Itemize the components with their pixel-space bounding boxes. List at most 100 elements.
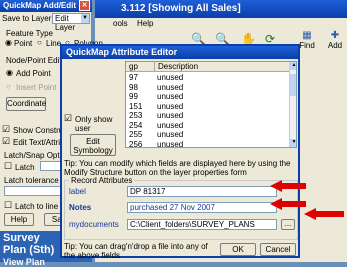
arrow-to-label-icon xyxy=(270,180,306,192)
label-input[interactable]: DP 81317 xyxy=(127,186,277,197)
scroll-up-icon[interactable]: ▲ xyxy=(290,62,296,70)
find-label: Find xyxy=(299,41,315,50)
table-row[interactable]: 99 unused xyxy=(126,92,290,102)
survey-title-line-2: Plan (Sth) xyxy=(3,244,55,256)
latch-label: Latch xyxy=(15,163,35,172)
coordinate-button[interactable]: Coordinate xyxy=(6,97,46,111)
cancel-button[interactable]: Cancel xyxy=(260,243,296,256)
table-row[interactable]: 98 unused xyxy=(126,83,290,93)
browse-label: ... xyxy=(284,219,292,228)
scroll-down-icon[interactable]: ▼ xyxy=(290,139,296,147)
add-label: Add xyxy=(327,41,343,50)
save-to-layer-select[interactable]: Edit Layer ▼ xyxy=(52,13,90,32)
browse-button[interactable]: ... xyxy=(281,219,295,230)
record-attributes-label: Record Attributes xyxy=(69,176,135,185)
record-attributes-group: Record Attributes label DP 81317 Notes p… xyxy=(64,176,298,240)
main-menu-bar: ools Help xyxy=(95,18,347,30)
table-row[interactable]: 256 unused xyxy=(126,139,290,148)
ok-label: OK xyxy=(232,245,244,254)
insert-point-radio[interactable]: ○ xyxy=(6,82,11,91)
main-window-title-bar: 3.112 [Showing All Sales] xyxy=(95,0,347,18)
annotation-arrows xyxy=(270,180,344,220)
row-description: unused xyxy=(157,139,184,148)
row-gp: 256 xyxy=(129,139,143,148)
cancel-label: Cancel xyxy=(265,245,291,254)
only-show-user-symbology-checkbox[interactable]: ☑ xyxy=(64,113,72,124)
view-plan-link[interactable]: View Plan xyxy=(3,257,45,267)
scroll-thumb[interactable] xyxy=(290,74,296,96)
arrow-to-notes-icon xyxy=(270,198,306,210)
attribute-editor-title-bar: QuickMap Attribute Editor xyxy=(62,46,298,59)
table-row[interactable]: 151 unused xyxy=(126,102,290,112)
row-description: unused xyxy=(157,130,184,139)
field-mydocuments-name: mydocuments xyxy=(69,220,119,229)
field-label-name: label xyxy=(69,187,86,196)
close-icon[interactable]: ✕ xyxy=(79,0,90,11)
table-row[interactable]: 97 unused xyxy=(126,73,290,83)
help-button[interactable]: Help xyxy=(4,213,34,226)
table-row[interactable]: 253 unused xyxy=(126,111,290,121)
show-construction-checkbox[interactable]: ☑ xyxy=(2,124,10,135)
ok-button[interactable]: OK xyxy=(220,243,256,256)
row-gp: 255 xyxy=(129,130,143,139)
menu-tools[interactable]: ools xyxy=(113,19,128,28)
table-scrollbar[interactable]: ▲ ▼ xyxy=(289,62,296,147)
notes-input[interactable]: purchased 27 Nov 2007 xyxy=(127,202,277,213)
chevron-down-icon[interactable]: ▼ xyxy=(81,14,89,23)
attribute-editor-dialog: QuickMap Attribute Editor gp Description… xyxy=(60,44,300,260)
row-gp: 98 xyxy=(129,82,138,92)
add-edit-title: QuickMap Add/Edit xyxy=(3,1,77,10)
row-description: unused xyxy=(157,111,184,120)
latch-to-line-checkbox[interactable]: ☐ xyxy=(4,200,12,211)
table-row[interactable]: 254 unused xyxy=(126,121,290,131)
notes-value: purchased 27 Nov 2007 xyxy=(130,203,215,212)
row-description: unused xyxy=(157,73,184,82)
tip-modify-text: Tip: You can modify which fields are dis… xyxy=(64,159,291,177)
add-point-radio[interactable]: ◉ xyxy=(6,68,13,77)
attribute-editor-title: QuickMap Attribute Editor xyxy=(66,47,178,57)
row-gp: 97 xyxy=(129,73,138,82)
table-row[interactable]: 255 unused xyxy=(126,130,290,140)
save-to-layer-value: Edit Layer xyxy=(55,14,76,32)
row-description: unused xyxy=(157,101,184,111)
coordinate-label: Coordinate xyxy=(7,99,47,108)
column-header-description[interactable]: Description xyxy=(154,62,198,71)
row-gp: 253 xyxy=(129,111,143,120)
save-to-layer-label: Save to Layer: xyxy=(2,14,54,23)
feature-line-radio[interactable]: ○ xyxy=(37,38,42,47)
edit-text-attributes-checkbox[interactable]: ☑ xyxy=(2,136,10,147)
arrow-to-mydocuments-icon xyxy=(304,208,344,220)
find-icon: ▦ xyxy=(302,30,312,41)
main-window-title: 3.112 [Showing All Sales] xyxy=(121,3,241,14)
row-description: unused xyxy=(157,82,184,92)
menu-help[interactable]: Help xyxy=(137,19,153,28)
feature-line-label: Line xyxy=(46,39,62,48)
row-gp: 254 xyxy=(129,120,143,130)
help-label: Help xyxy=(10,215,28,224)
insert-point-label: Insert Point xyxy=(16,83,57,92)
row-description: unused xyxy=(157,92,184,101)
feature-point-label: Point xyxy=(14,39,33,48)
row-description: unused xyxy=(157,120,184,130)
row-gp: 99 xyxy=(129,92,138,101)
mydocuments-value: C:\Client_folders\SURVEY_PLANS xyxy=(130,220,255,229)
add-point-label: Add Point xyxy=(16,69,51,78)
feature-point-radio[interactable]: ◉ xyxy=(5,38,12,47)
gp-table[interactable]: gp Description 97 unused 98 unused 99 unuse… xyxy=(125,61,297,148)
edit-symbology-label: Edit Symbology xyxy=(73,137,113,155)
field-notes-name: Notes xyxy=(69,203,92,212)
add-icon: ✚ xyxy=(330,30,340,41)
edit-symbology-button[interactable]: Edit Symbology xyxy=(70,134,116,156)
latch-checkbox[interactable]: ☐ xyxy=(4,161,12,172)
survey-title-line-1: Survey xyxy=(3,232,40,244)
feature-type-label: Feature Type xyxy=(6,29,53,38)
add-edit-title-bar: QuickMap Add/Edit ✕ xyxy=(0,0,92,12)
table-rows: 97 unused 98 unused 99 unused 151 unused 253… xyxy=(126,73,290,148)
tip-drag-text: Tip: You can drag'n'drop a file into any… xyxy=(64,242,208,260)
mydocuments-input[interactable]: C:\Client_folders\SURVEY_PLANS xyxy=(127,219,277,230)
column-header-gp[interactable]: gp xyxy=(129,62,138,71)
add-button[interactable]: ✚ Add xyxy=(323,30,347,52)
row-gp: 151 xyxy=(129,101,143,111)
label-value: DP 81317 xyxy=(130,187,166,196)
latch-to-line-label: Latch to line xyxy=(15,202,59,211)
